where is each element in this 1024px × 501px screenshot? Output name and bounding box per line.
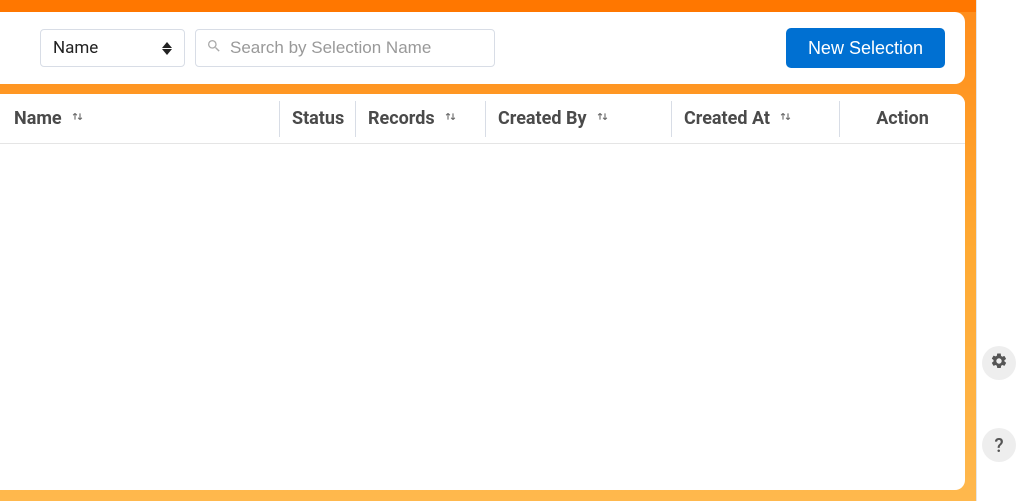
search-icon: [206, 38, 222, 58]
top-accent-bar: [0, 0, 976, 12]
column-header-status[interactable]: Status: [280, 101, 356, 137]
column-header-name[interactable]: Name: [0, 101, 280, 137]
new-selection-button[interactable]: New Selection: [786, 28, 945, 68]
settings-button[interactable]: [982, 346, 1016, 380]
column-header-records[interactable]: Records: [356, 101, 486, 137]
column-label: Created At: [684, 108, 770, 129]
search-box[interactable]: [195, 29, 495, 67]
dropdown-arrows-icon: [162, 42, 172, 55]
column-header-action: Action: [840, 101, 965, 137]
toolbar: Name New Selection: [0, 12, 965, 84]
column-label: Action: [876, 108, 929, 129]
column-label: Created By: [498, 108, 587, 129]
help-icon: ?: [994, 434, 1003, 457]
search-input[interactable]: [230, 38, 484, 58]
table-panel: Name Status Records Created By Created A…: [0, 94, 965, 490]
filter-field-dropdown[interactable]: Name: [40, 29, 185, 67]
column-label: Status: [292, 108, 344, 129]
column-header-created-at[interactable]: Created At: [672, 101, 840, 137]
right-utility-rail: ?: [976, 0, 1024, 501]
sort-icon: [778, 108, 793, 129]
filter-field-selected: Name: [53, 38, 98, 58]
column-label: Name: [14, 108, 62, 129]
sort-icon: [443, 108, 458, 129]
column-label: Records: [368, 108, 435, 129]
sort-icon: [595, 108, 610, 129]
gear-icon: [990, 352, 1008, 374]
table-header-row: Name Status Records Created By Created A…: [0, 94, 965, 144]
help-button[interactable]: ?: [982, 428, 1016, 462]
column-header-created-by[interactable]: Created By: [486, 101, 672, 137]
sort-icon: [70, 108, 85, 129]
